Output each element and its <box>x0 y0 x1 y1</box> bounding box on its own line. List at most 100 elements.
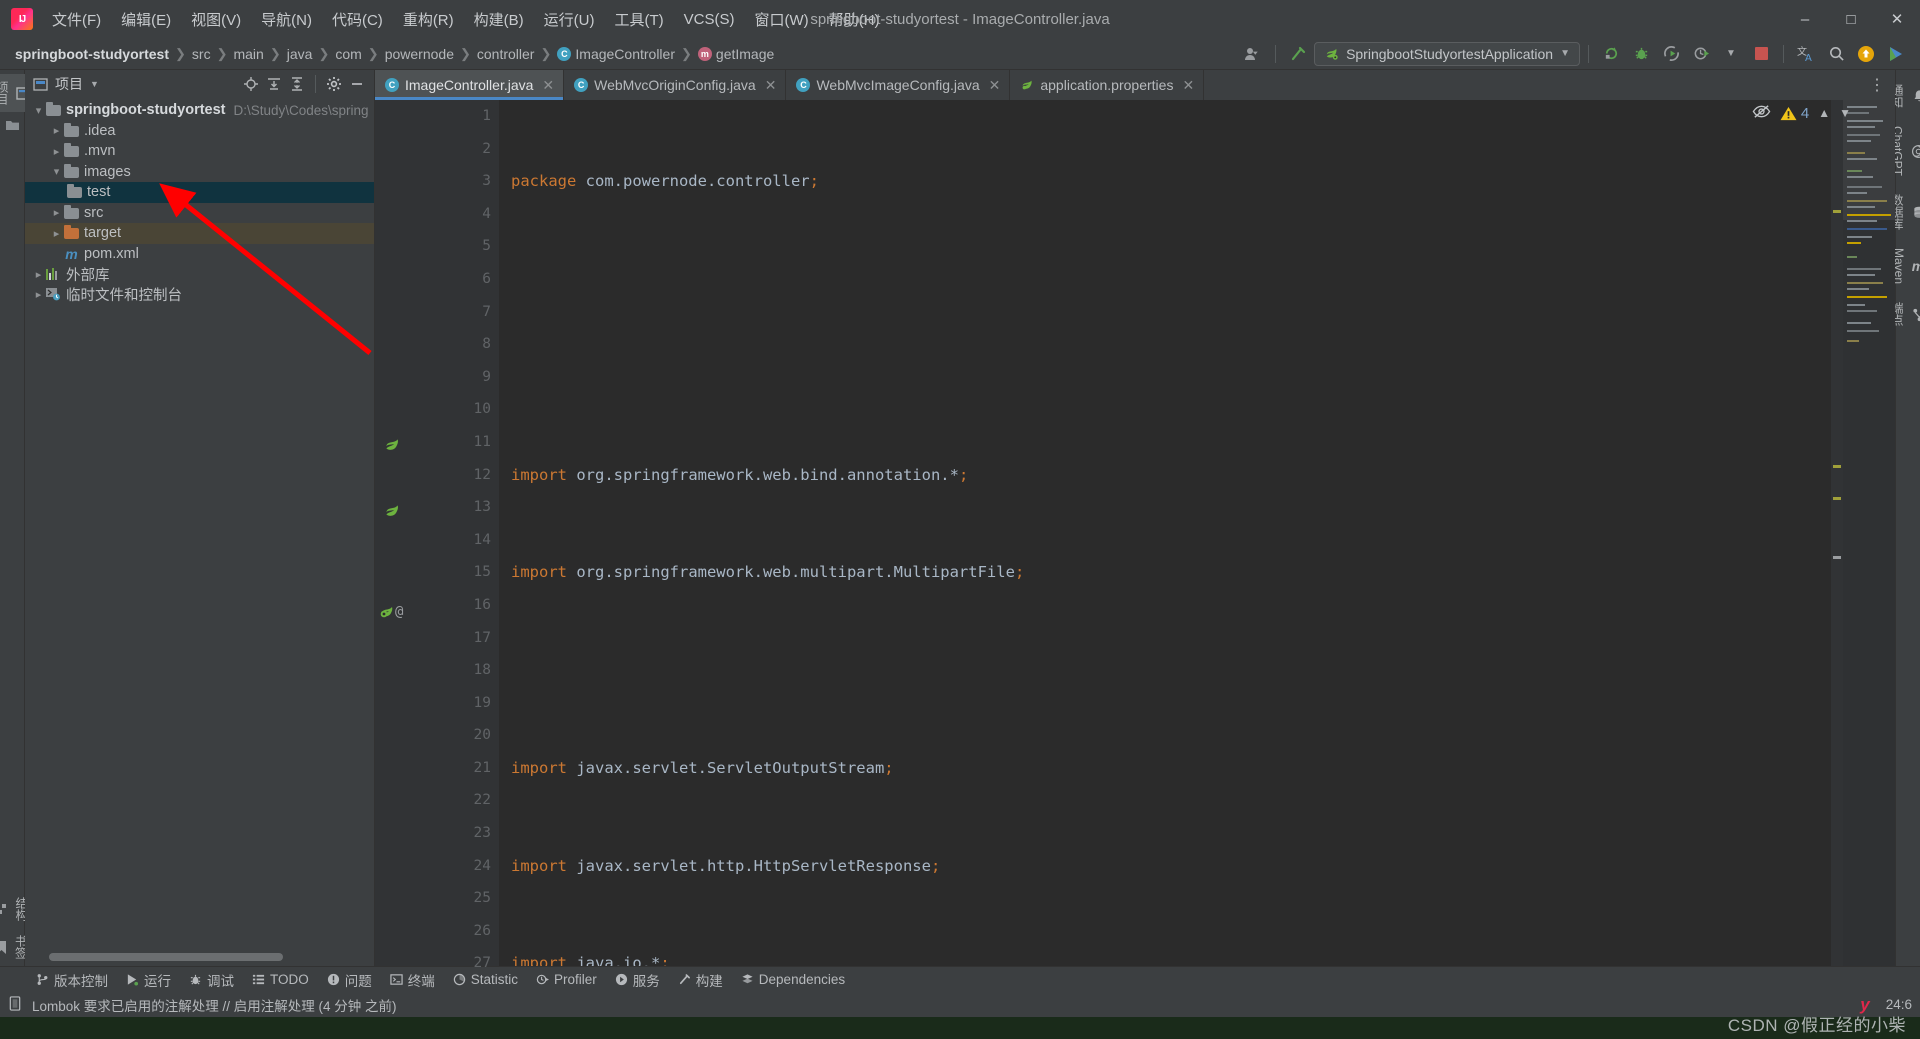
override-marker-icon[interactable]: @ <box>395 604 403 620</box>
breadcrumb-class[interactable]: C ImageController <box>554 45 678 63</box>
close-icon[interactable]: ✕ <box>1182 77 1194 94</box>
translate-icon[interactable]: 文 A <box>1792 41 1820 67</box>
project-panel-title[interactable]: 项目 ▼ <box>33 74 99 94</box>
build-hammer-icon[interactable] <box>1284 41 1312 67</box>
menu-item-code[interactable]: 代码(C) <box>323 5 392 34</box>
project-panel-hscrollbar[interactable] <box>25 948 374 966</box>
code-minimap[interactable] <box>1843 100 1895 966</box>
gear-icon[interactable] <box>323 73 345 95</box>
event-log-icon[interactable] <box>8 995 22 1014</box>
stripe-mark[interactable] <box>1833 556 1841 559</box>
maximize-button[interactable]: □ <box>1828 0 1874 38</box>
update-icon[interactable] <box>1852 41 1880 67</box>
expand-all-icon[interactable] <box>263 73 285 95</box>
tree-row-src[interactable]: ▸ src <box>25 203 374 224</box>
search-everywhere-icon[interactable] <box>1822 41 1850 67</box>
run-with-coverage-icon[interactable] <box>1657 41 1685 67</box>
tool-window-debug[interactable]: 调试 <box>181 967 242 993</box>
stripe-warning-mark[interactable] <box>1833 210 1841 213</box>
chevron-right-icon[interactable]: ▸ <box>49 227 64 240</box>
menu-item-run[interactable]: 运行(U) <box>535 5 604 34</box>
minimize-button[interactable]: – <box>1782 0 1828 38</box>
user-settings-icon[interactable] <box>1239 41 1267 67</box>
tool-window-dependencies[interactable]: Dependencies <box>733 969 853 990</box>
menu-item-edit[interactable]: 编辑(E) <box>112 5 180 34</box>
menu-item-tools[interactable]: 工具(T) <box>605 5 672 34</box>
menu-item-view[interactable]: 视图(V) <box>182 5 250 34</box>
tree-row-test[interactable]: test <box>25 182 374 203</box>
tree-row-pom-xml[interactable]: m pom.xml <box>25 244 374 265</box>
tree-row-idea[interactable]: ▸ .idea <box>25 121 374 142</box>
menu-item-vcs[interactable]: VCS(S) <box>675 7 744 32</box>
tree-row-scratches-and-consoles[interactable]: ▸ 临时文件和控制台 <box>25 285 374 306</box>
yandex-icon[interactable]: y <box>1860 995 1869 1015</box>
error-stripe[interactable] <box>1831 100 1843 966</box>
tree-row-springboot-studyortest[interactable]: ▾ springboot-studyortest D:\Study\Codes\… <box>25 100 374 121</box>
close-button[interactable]: ✕ <box>1874 0 1920 38</box>
run-dropdown-icon[interactable]: ▼ <box>1717 41 1745 67</box>
plugin-icon[interactable] <box>1882 41 1910 67</box>
tree-row-images[interactable]: ▾ images <box>25 162 374 183</box>
menu-item-window[interactable]: 窗口(W) <box>745 5 817 34</box>
tool-window-vcs[interactable]: 版本控制 <box>28 967 116 993</box>
close-icon[interactable]: ✕ <box>989 77 1001 94</box>
editor-annotation-gutter[interactable]: @ <box>375 100 411 966</box>
menu-item-build[interactable]: 构建(B) <box>465 5 533 34</box>
menu-item-navigate[interactable]: 导航(N) <box>252 5 321 34</box>
rerun-icon[interactable] <box>1597 41 1625 67</box>
profiler-icon[interactable] <box>1687 41 1715 67</box>
breadcrumb-powernode[interactable]: powernode <box>382 45 457 63</box>
menu-item-file[interactable]: 文件(F) <box>43 5 110 34</box>
warning-indicator[interactable]: 4 <box>1780 105 1809 122</box>
chevron-right-icon[interactable]: ▸ <box>49 124 64 137</box>
tree-row-target[interactable]: ▸ target <box>25 223 374 244</box>
breadcrumb-method[interactable]: m getImage <box>695 45 777 63</box>
close-icon[interactable]: ✕ <box>542 77 554 94</box>
breadcrumb-project[interactable]: springboot-studyortest <box>12 45 172 63</box>
tool-window-build[interactable]: 构建 <box>670 967 731 993</box>
menu-item-refactor[interactable]: 重构(R) <box>394 5 463 34</box>
tool-window-profiler[interactable]: Profiler <box>528 969 605 990</box>
tab-application-properties[interactable]: application.properties ✕ <box>1010 70 1205 100</box>
menu-item-help[interactable]: 帮助(H) <box>820 5 889 34</box>
tool-window-problems[interactable]: 问题 <box>319 967 380 993</box>
tab-webmvc-image-config[interactable]: C WebMvcImageConfig.java ✕ <box>786 70 1011 100</box>
stripe-warning-mark[interactable] <box>1833 497 1841 500</box>
collapse-all-icon[interactable] <box>286 73 308 95</box>
run-configuration-selector[interactable]: SpringbootStudyortestApplication ▼ <box>1314 41 1580 66</box>
chevron-right-icon[interactable]: ▸ <box>31 288 46 301</box>
chevron-down-icon[interactable]: ▾ <box>31 104 46 117</box>
stop-icon[interactable] <box>1747 41 1775 67</box>
line-number-gutter[interactable]: 1 2 3 4 5 6 7 8 9 10 11 12 13 14 15 16 1 <box>411 100 499 971</box>
close-icon[interactable]: ✕ <box>765 77 777 94</box>
breadcrumb-src[interactable]: src <box>189 45 214 63</box>
tool-window-todo[interactable]: TODO <box>244 969 317 990</box>
tree-row-mvn[interactable]: ▸ .mvn <box>25 141 374 162</box>
locate-icon[interactable] <box>240 73 262 95</box>
hscroll-track[interactable] <box>49 953 370 961</box>
rail-item-files[interactable] <box>2 112 23 138</box>
tab-webmvc-origin-config[interactable]: C WebMvcOriginConfig.java ✕ <box>564 70 787 100</box>
stripe-warning-mark[interactable] <box>1833 465 1841 468</box>
tabs-more-icon[interactable]: ⋮ <box>1859 70 1895 100</box>
code-editor[interactable]: 4 ▲ ▼ @ 1 2 3 4 5 6 7 8 9 10 11 12 13 14… <box>375 100 1895 971</box>
tool-window-services[interactable]: 服务 <box>607 967 668 993</box>
breadcrumb-main[interactable]: main <box>230 45 266 63</box>
chevron-down-icon[interactable]: ▼ <box>90 79 99 89</box>
hscroll-thumb[interactable] <box>49 953 284 961</box>
next-problem-icon[interactable]: ▼ <box>1839 106 1851 120</box>
chevron-right-icon[interactable]: ▸ <box>49 206 64 219</box>
tab-image-controller[interactable]: C ImageController.java ✕ <box>375 70 565 100</box>
breadcrumb-java[interactable]: java <box>284 45 316 63</box>
project-tree[interactable]: ▾ springboot-studyortest D:\Study\Codes\… <box>25 98 374 948</box>
chevron-down-icon[interactable]: ▼ <box>1560 48 1570 59</box>
debug-icon[interactable] <box>1627 41 1655 67</box>
caret-position[interactable]: 24:6 <box>1886 997 1912 1012</box>
tool-window-run[interactable]: 运行 <box>118 967 179 993</box>
code-content[interactable]: package com.powernode.controller; import… <box>499 100 1831 966</box>
tree-row-external-libraries[interactable]: ▸ 外部库 <box>25 264 374 285</box>
hide-icon[interactable] <box>346 73 368 95</box>
prev-problem-icon[interactable]: ▲ <box>1818 106 1830 120</box>
status-message[interactable]: Lombok 要求已启用的注解处理 // 启用注解处理 (4 分钟 之前) <box>32 995 397 1015</box>
breadcrumb-controller[interactable]: controller <box>474 45 538 63</box>
